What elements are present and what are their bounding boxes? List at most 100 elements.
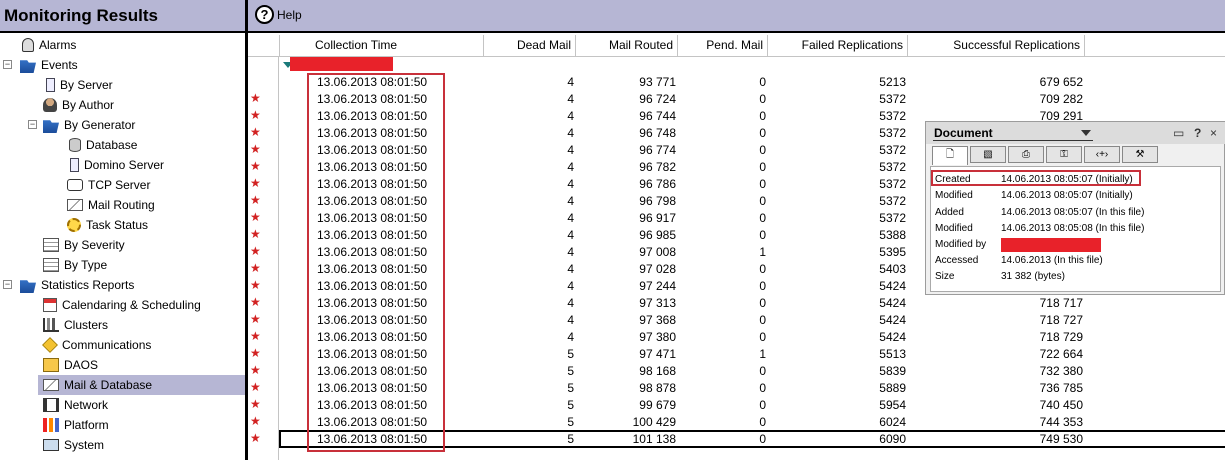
tree-item-system[interactable]: System: [43, 435, 104, 455]
tree-item-label: Mail Routing: [88, 198, 155, 212]
column-header-mail-routed[interactable]: Mail Routed: [576, 35, 678, 57]
cell-pend: 0: [759, 211, 766, 225]
tree-item-by-severity[interactable]: By Severity: [43, 235, 125, 255]
tab-tools[interactable]: ⚒: [1122, 146, 1158, 163]
table-row[interactable]: ★ 13.06.2013 08:01:50 5 97 471 1 5513 722 664: [248, 346, 1225, 363]
panel-close-icon[interactable]: ×: [1210, 126, 1217, 140]
property-value: 14.06.2013 08:05:07 (Initially): [1001, 190, 1133, 201]
by-generator-collapse-toggle[interactable]: −: [28, 120, 37, 129]
tree-item-clusters[interactable]: Clusters: [43, 315, 108, 335]
cell-failed: 5372: [879, 177, 906, 191]
cell-pend: 0: [759, 160, 766, 174]
table-row[interactable]: ★ 13.06.2013 08:01:50 5 98 878 0 5889 736 785: [248, 380, 1225, 397]
tree-item-mail-routing[interactable]: Mail Routing: [67, 195, 155, 215]
tree-item-tcp-server[interactable]: TCP Server: [67, 175, 150, 195]
cell-routed: 96 748: [639, 126, 676, 140]
tree-item-statistics-reports[interactable]: Statistics Reports: [20, 275, 134, 295]
tree-item-daos[interactable]: DAOS: [43, 355, 98, 375]
tree-item-label: Calendaring & Scheduling: [62, 298, 201, 312]
column-header-filler: [1085, 35, 1225, 57]
column-header-successful-replications[interactable]: Successful Replications: [908, 35, 1085, 57]
tree-item-label: System: [64, 438, 105, 452]
tree-item-database[interactable]: Database: [67, 135, 137, 155]
tree-item-label: Network: [64, 398, 109, 412]
tab-print[interactable]: ⎙: [1008, 146, 1044, 163]
property-value: 14.06.2013 (In this file): [1001, 255, 1103, 266]
properties-type-dropdown[interactable]: [1081, 130, 1091, 136]
tree-item-mail-database[interactable]: Mail & Database: [38, 375, 245, 395]
cell-success: 722 664: [1039, 347, 1083, 361]
cell-success: 709 282: [1039, 92, 1083, 106]
cell-dead: 4: [567, 279, 574, 293]
table-row[interactable]: ★ 13.06.2013 08:01:50 4 97 380 0 5424 718 729: [248, 329, 1225, 346]
cell-pend: 0: [759, 398, 766, 412]
tree-item-label: By Server: [60, 78, 113, 92]
cell-time: 13.06.2013 08:01:50: [317, 194, 428, 208]
cell-failed: 5424: [879, 313, 906, 327]
cell-time: 13.06.2013 08:01:50: [317, 415, 428, 429]
tree-item-network[interactable]: Network: [43, 395, 108, 415]
property-modified-by: Modified by: [931, 237, 1222, 253]
tree-item-by-server[interactable]: By Server: [43, 75, 113, 95]
tree-item-calendaring-scheduling[interactable]: Calendaring & Scheduling: [43, 295, 201, 315]
tab-html[interactable]: ‹+›: [1084, 146, 1120, 163]
tab-info[interactable]: 🗋: [932, 146, 968, 165]
cell-routed: 100 429: [632, 415, 676, 429]
tree-item-by-author[interactable]: By Author: [43, 95, 114, 115]
table-icon: [43, 238, 59, 252]
tree-item-platform[interactable]: Platform: [43, 415, 109, 435]
cell-time: 13.06.2013 08:01:50: [317, 177, 428, 191]
panel-minimize-icon[interactable]: ▭: [1173, 126, 1184, 140]
tree-item-by-generator[interactable]: By Generator: [43, 115, 135, 135]
tree-item-domino-server[interactable]: Domino Server: [67, 155, 164, 175]
column-header-flag[interactable]: [248, 35, 280, 57]
table-row[interactable]: ★ 13.06.2013 08:01:50 4 96 724 0 5372 709 282: [248, 91, 1225, 108]
cell-success: 732 380: [1039, 364, 1083, 378]
table-row[interactable]: ★ 13.06.2013 08:01:50 4 97 368 0 5424 718 727: [248, 312, 1225, 329]
column-header-dead-mail[interactable]: Dead Mail: [484, 35, 576, 57]
column-header-pend-mail[interactable]: Pend. Mail: [678, 35, 768, 57]
table-row[interactable]: ★ 13.06.2013 08:01:50 5 98 168 0 5839 732 380: [248, 363, 1225, 380]
table-row[interactable]: ★ 13.06.2013 08:01:50 4 97 313 0 5424 718 717: [248, 295, 1225, 312]
cell-dead: 4: [567, 143, 574, 157]
tree-item-label: Platform: [64, 418, 109, 432]
tree-item-alarms[interactable]: Alarms: [20, 35, 76, 55]
current-row-outline: [279, 430, 1225, 448]
cell-dead: 4: [567, 211, 574, 225]
cell-time: 13.06.2013 08:01:50: [317, 92, 428, 106]
cell-failed: 5889: [879, 381, 906, 395]
tree-item-task-status[interactable]: Task Status: [67, 215, 148, 235]
property-key: Size: [935, 271, 955, 282]
unread-star-icon: ★: [250, 91, 261, 105]
help-button[interactable]: ? Help: [255, 5, 302, 24]
table-row[interactable]: ★ 13.06.2013 08:01:50 5 99 679 0 5954 740 450: [248, 397, 1225, 414]
table-row[interactable]: 13.06.2013 08:01:50 4 93 771 0 5213 679 652: [248, 74, 1225, 91]
events-collapse-toggle[interactable]: −: [3, 60, 12, 69]
statistics-collapse-toggle[interactable]: −: [3, 280, 12, 289]
redacted-category-name: [290, 57, 393, 71]
unread-star-icon: ★: [250, 176, 261, 190]
cell-failed: 5513: [879, 347, 906, 361]
cell-routed: 98 878: [639, 381, 676, 395]
panel-title-bar: Document ▭ ? ×: [926, 122, 1225, 144]
tree-item-by-type[interactable]: By Type: [43, 255, 107, 275]
cell-failed: 5372: [879, 160, 906, 174]
tree-item-events[interactable]: Events: [20, 55, 78, 75]
column-header-collection-time[interactable]: Collection Time: [280, 35, 484, 57]
table-row[interactable]: ★ 13.06.2013 08:01:50 5 101 138 0 6090 749 530: [248, 430, 1225, 448]
tree-item-label: Database: [86, 138, 138, 152]
tree-item-communications[interactable]: Communications: [42, 335, 151, 355]
column-header-failed-replications[interactable]: Failed Replications: [768, 35, 908, 57]
tab-security[interactable]: ⚿: [1046, 146, 1082, 163]
table-row[interactable]: ★ 13.06.2013 08:01:50 5 100 429 0 6024 744 353: [248, 414, 1225, 431]
property-key: Modified by: [935, 239, 987, 250]
panel-help-icon[interactable]: ?: [1194, 126, 1201, 140]
tab-fields[interactable]: ▧: [970, 146, 1006, 163]
cell-dead: 4: [567, 177, 574, 191]
cell-dead: 5: [567, 398, 574, 412]
unread-star-icon: ★: [250, 193, 261, 207]
cell-pend: 0: [759, 143, 766, 157]
cell-pend: 0: [759, 194, 766, 208]
header-divider: [245, 0, 248, 33]
unread-star-icon: ★: [250, 431, 261, 445]
